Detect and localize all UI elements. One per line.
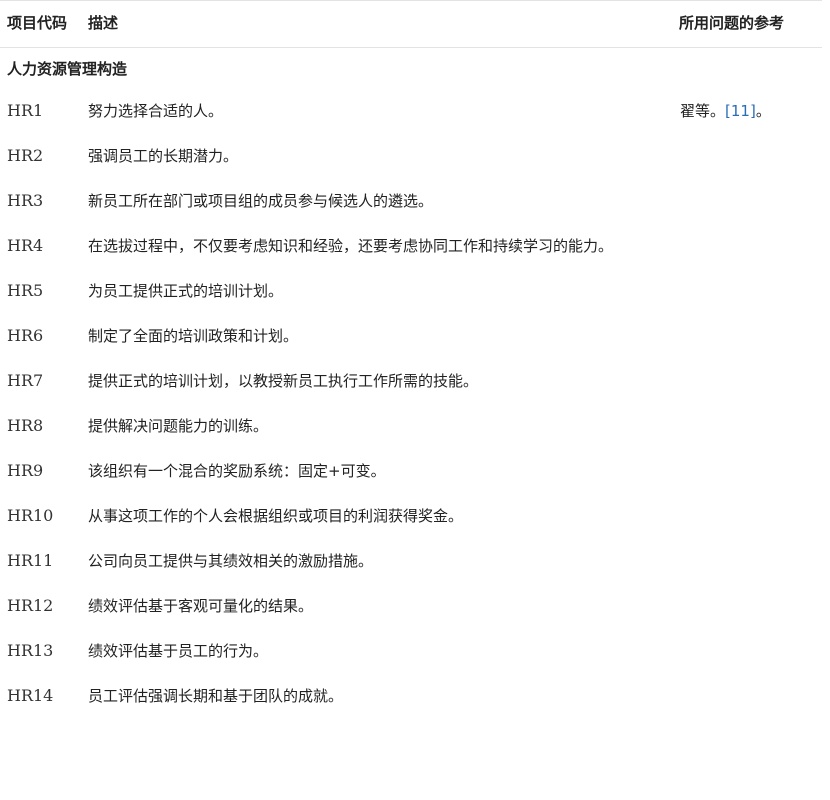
header-item-code: 项目代码 (7, 14, 68, 32)
item-description: 从事这项工作的个人会根据组织或项目的利润获得奖金。 (88, 507, 464, 525)
item-description: 强调员工的长期潜力。 (88, 147, 239, 165)
item-code: HR10 (7, 506, 54, 525)
item-code: HR14 (7, 686, 54, 705)
header-reference: 所用问题的参考 (679, 14, 785, 32)
item-code: HR4 (7, 236, 44, 255)
item-code: HR3 (7, 191, 44, 210)
hr-questionnaire-table-wrap: 项目代码 描述 所用问题的参考 人力资源管理构造 HR1 努力选择合适的人。 翟… (0, 0, 822, 720)
item-code: HR5 (7, 281, 44, 300)
reference-suffix: 。 (755, 102, 771, 120)
item-description: 员工评估强调长期和基于团队的成就。 (88, 687, 344, 705)
hr-questionnaire-table: 项目代码 描述 所用问题的参考 人力资源管理构造 HR1 努力选择合适的人。 翟… (0, 0, 822, 720)
table-header: 项目代码 描述 所用问题的参考 (0, 0, 822, 48)
item-description: 提供解决问题能力的训练。 (88, 417, 269, 435)
item-code: HR8 (7, 416, 44, 435)
item-description: 绩效评估基于客观可量化的结果。 (88, 597, 314, 615)
section-title: 人力资源管理构造 (7, 60, 128, 78)
item-description: 为员工提供正式的培训计划。 (88, 282, 284, 300)
citation-link[interactable]: [11] (725, 102, 756, 120)
section-row: 人力资源管理构造 (0, 48, 822, 91)
item-description: 该组织有一个混合的奖励系统：固定+可变。 (88, 462, 386, 480)
item-description: 提供正式的培训计划，以教授新员工执行工作所需的技能。 (88, 372, 479, 390)
header-description: 描述 (88, 14, 119, 32)
item-description: 新员工所在部门或项目组的成员参与候选人的遴选。 (88, 192, 434, 210)
item-code: HR9 (7, 461, 44, 480)
item-description: 在选拔过程中，不仅要考虑知识和经验，还要考虑协同工作和持续学习的能力。 (88, 237, 614, 255)
table-body: 人力资源管理构造 HR1 努力选择合适的人。 翟等。[11]。 HR2 强调员工… (0, 48, 822, 721)
reference-text: 翟等。 (680, 102, 726, 120)
item-description: 公司向员工提供与其绩效相关的激励措施。 (88, 552, 374, 570)
item-description: 努力选择合适的人。 (88, 102, 224, 120)
item-code: HR11 (7, 551, 54, 570)
item-code: HR2 (7, 146, 44, 165)
table-row: HR1 努力选择合适的人。 翟等。[11]。 (0, 90, 822, 135)
item-description: 绩效评估基于员工的行为。 (88, 642, 269, 660)
item-code: HR7 (7, 371, 44, 390)
header-row: 项目代码 描述 所用问题的参考 (0, 0, 822, 48)
item-code: HR13 (7, 641, 54, 660)
item-reference: 翟等。[11]。 (672, 90, 822, 720)
item-description: 制定了全面的培训政策和计划。 (88, 327, 299, 345)
item-code: HR6 (7, 326, 44, 345)
item-code: HR1 (7, 101, 44, 120)
item-code: HR12 (7, 596, 54, 615)
